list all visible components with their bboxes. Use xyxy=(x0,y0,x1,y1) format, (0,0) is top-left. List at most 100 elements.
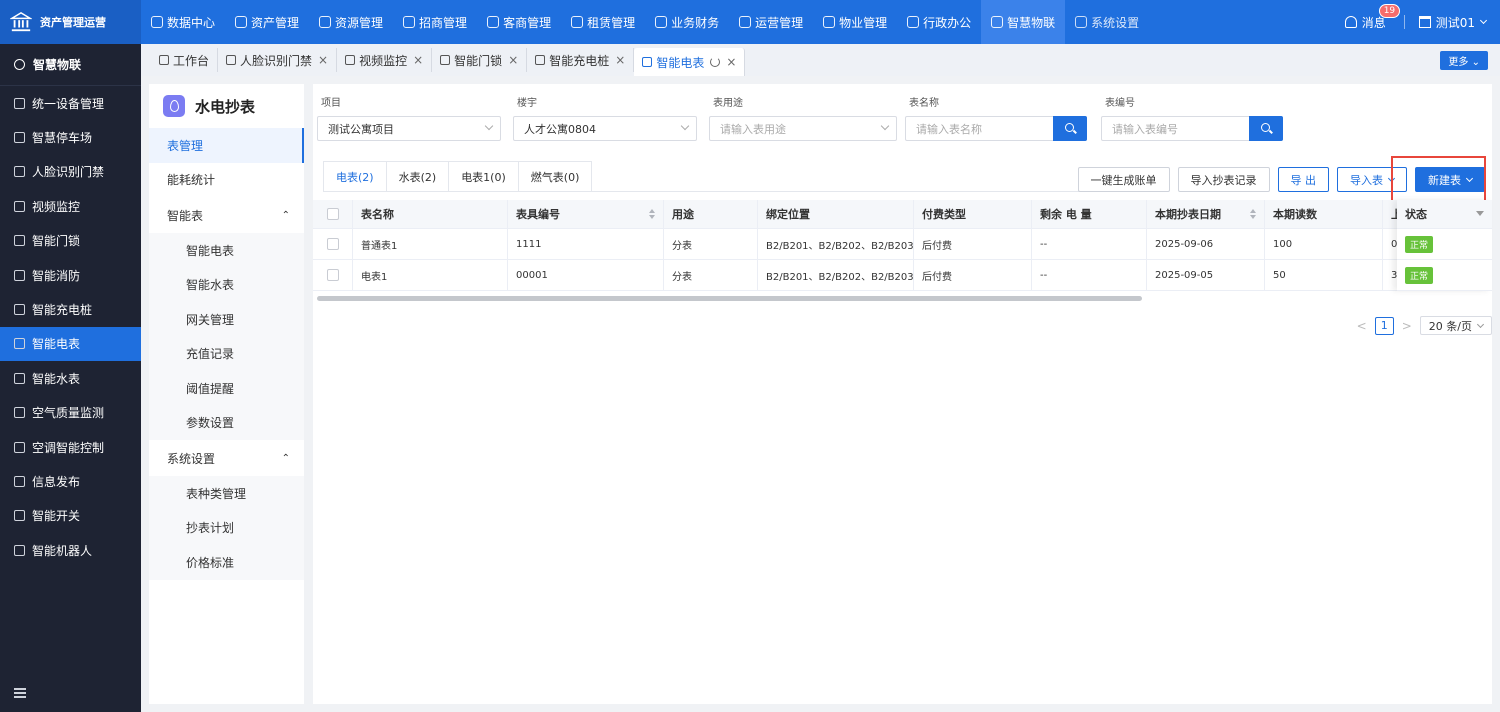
submenu-item[interactable]: 网关管理 xyxy=(149,302,304,337)
page-tab[interactable]: 人脸识别门禁 × xyxy=(218,48,338,72)
meter-tab[interactable]: 燃气表(0) xyxy=(518,161,593,192)
export-button[interactable]: 导 出 xyxy=(1277,167,1329,192)
collapse-menu-icon[interactable] xyxy=(14,688,26,698)
submenu-item[interactable]: 表管理 xyxy=(149,128,304,163)
nav-item[interactable]: 智慧物联 xyxy=(981,0,1066,44)
nav-item[interactable]: 数据中心 xyxy=(141,0,225,44)
meter-tab[interactable]: 电表1(0) xyxy=(449,161,519,192)
page-tab[interactable]: 智能电表 × xyxy=(634,48,746,76)
usage-select[interactable]: 请输入表用途 xyxy=(709,116,897,141)
submenu-item[interactable]: 智能水表 xyxy=(149,268,304,303)
meter-tab[interactable]: 电表(2) xyxy=(323,161,387,192)
horizontal-scrollbar[interactable] xyxy=(317,296,1142,301)
nav-item[interactable]: 行政办公 xyxy=(897,0,981,44)
sidebar-item[interactable]: 智能开关 xyxy=(0,499,141,533)
status-badge: 正常 xyxy=(1405,266,1434,284)
sidebar-item[interactable]: 空调智能控制 xyxy=(0,430,141,464)
filter-icon[interactable] xyxy=(1476,211,1484,216)
row-checkbox[interactable] xyxy=(327,238,339,250)
nav-item[interactable]: 物业管理 xyxy=(813,0,897,44)
nav-item[interactable]: 运营管理 xyxy=(729,0,813,44)
close-icon[interactable]: × xyxy=(726,55,736,69)
bank-icon xyxy=(1418,16,1431,28)
cell-value: 1111 xyxy=(516,238,542,250)
next-page-button[interactable]: > xyxy=(1402,319,1412,333)
meter-tab[interactable]: 水表(2) xyxy=(386,161,450,192)
nav-item-label: 业务财务 xyxy=(671,15,720,30)
sidebar-item[interactable]: 信息发布 xyxy=(0,464,141,498)
nav-item[interactable]: 系统设置 xyxy=(1065,0,1149,44)
menu-item-icon xyxy=(14,372,25,384)
meter-no-filter: 表编号 请输入表编号 xyxy=(1101,94,1283,141)
messages-button[interactable]: 消息 19 xyxy=(1344,3,1401,31)
table-row[interactable]: 电表1 00001 分表 B2/B201、B2/B202、B2/B203... 后付费 -… xyxy=(313,260,1492,291)
close-icon[interactable]: × xyxy=(318,53,328,67)
prev-page-button[interactable]: < xyxy=(1357,319,1367,333)
page-tab[interactable]: 工作台 xyxy=(151,48,219,72)
nav-item[interactable]: 租赁管理 xyxy=(561,0,645,44)
row-checkbox[interactable] xyxy=(327,269,339,281)
sidebar-item[interactable]: 智能水表 xyxy=(0,361,141,395)
refresh-icon[interactable] xyxy=(710,57,721,67)
close-icon[interactable]: × xyxy=(508,53,518,67)
submenu-item[interactable]: 阈值提醒 xyxy=(149,371,304,406)
building-select[interactable]: 人才公寓0804 xyxy=(513,116,697,141)
submenu-item[interactable]: 表种类管理 xyxy=(149,476,304,511)
import-records-button[interactable]: 导入抄表记录 xyxy=(1177,167,1270,192)
project-select[interactable]: 测试公寓项目 xyxy=(317,116,501,141)
submenu-item[interactable]: 价格标准 xyxy=(149,545,304,580)
page-tab[interactable]: 智能门锁 × xyxy=(432,48,528,72)
submenu-group[interactable]: 系统设置 ⌃ xyxy=(149,440,304,476)
submenu-item[interactable]: 能耗统计 xyxy=(149,163,304,198)
cell-value: 电表1 xyxy=(361,271,388,283)
sidebar-item[interactable]: 智慧停车场 xyxy=(0,120,141,154)
sidebar-item[interactable]: 空气质量监测 xyxy=(0,396,141,430)
submenu-item[interactable]: 充值记录 xyxy=(149,337,304,372)
sidebar-header: 智慧物联 xyxy=(0,44,141,86)
nav-item[interactable]: 资源管理 xyxy=(309,0,393,44)
submenu-item[interactable]: 抄表计划 xyxy=(149,511,304,546)
meter-type-tabs: 电表(2) 水表(2) 电表1(0) 燃气表(0) xyxy=(323,161,593,192)
search-button[interactable] xyxy=(1249,116,1283,141)
submenu-item-label: 能耗统计 xyxy=(167,173,216,188)
submenu-item[interactable]: 参数设置 xyxy=(149,406,304,441)
submenu-group[interactable]: 智能表 ⌃ xyxy=(149,197,304,233)
sidebar-item-label: 空调智能控制 xyxy=(32,440,105,455)
sidebar-item[interactable]: 人脸识别门禁 xyxy=(0,155,141,189)
page-size-select[interactable]: 20 条/页 xyxy=(1419,316,1492,335)
more-tabs-button[interactable]: 更多 ⌄ xyxy=(1440,51,1488,70)
sidebar-item[interactable]: 智能机器人 xyxy=(0,533,141,567)
col-header-sortable[interactable]: 表具编号 xyxy=(508,200,664,228)
sidebar-item[interactable]: 智能充电桩 xyxy=(0,292,141,326)
nav-item[interactable]: 客商管理 xyxy=(477,0,561,44)
sort-icon[interactable] xyxy=(649,209,655,219)
page-tab[interactable]: 视频监控 × xyxy=(337,48,433,72)
meter-name-input[interactable]: 请输入表名称 xyxy=(905,116,1087,141)
close-icon[interactable]: × xyxy=(615,53,625,67)
meter-no-input[interactable]: 请输入表编号 xyxy=(1101,116,1283,141)
col-header-sortable[interactable]: 本期抄表日期 xyxy=(1147,200,1265,228)
search-button[interactable] xyxy=(1053,116,1087,141)
sidebar-item[interactable]: 智能消防 xyxy=(0,258,141,292)
nav-item[interactable]: 招商管理 xyxy=(393,0,477,44)
app-logo[interactable]: 资产管理运营 xyxy=(0,0,141,44)
page-number-button[interactable]: 1 xyxy=(1374,316,1394,335)
sidebar-item[interactable]: 视频监控 xyxy=(0,189,141,223)
user-menu[interactable]: 测试01 xyxy=(1418,14,1488,31)
submenu-title-text: 水电抄表 xyxy=(195,97,256,116)
nav-item[interactable]: 资产管理 xyxy=(225,0,309,44)
table-row[interactable]: 普通表1 1111 分表 B2/B201、B2/B202、B2/B203... 后付费 -… xyxy=(313,229,1492,260)
close-icon[interactable]: × xyxy=(413,53,423,67)
submenu-item[interactable]: 智能电表 xyxy=(149,233,304,268)
table-cell: 分表 xyxy=(664,260,758,290)
select-all-checkbox[interactable] xyxy=(327,208,339,220)
generate-bill-button[interactable]: 一键生成账单 xyxy=(1077,167,1170,192)
cell-value: -- xyxy=(1040,269,1048,281)
nav-item[interactable]: 业务财务 xyxy=(645,0,729,44)
sidebar-item[interactable]: 智能门锁 xyxy=(0,224,141,258)
sidebar-item[interactable]: 统一设备管理 xyxy=(0,86,141,120)
sort-icon[interactable] xyxy=(1250,209,1256,219)
cell-value: 2025-09-06 xyxy=(1155,238,1214,250)
page-tab[interactable]: 智能充电桩 × xyxy=(527,48,635,72)
sidebar-item[interactable]: 智能电表 xyxy=(0,326,141,362)
